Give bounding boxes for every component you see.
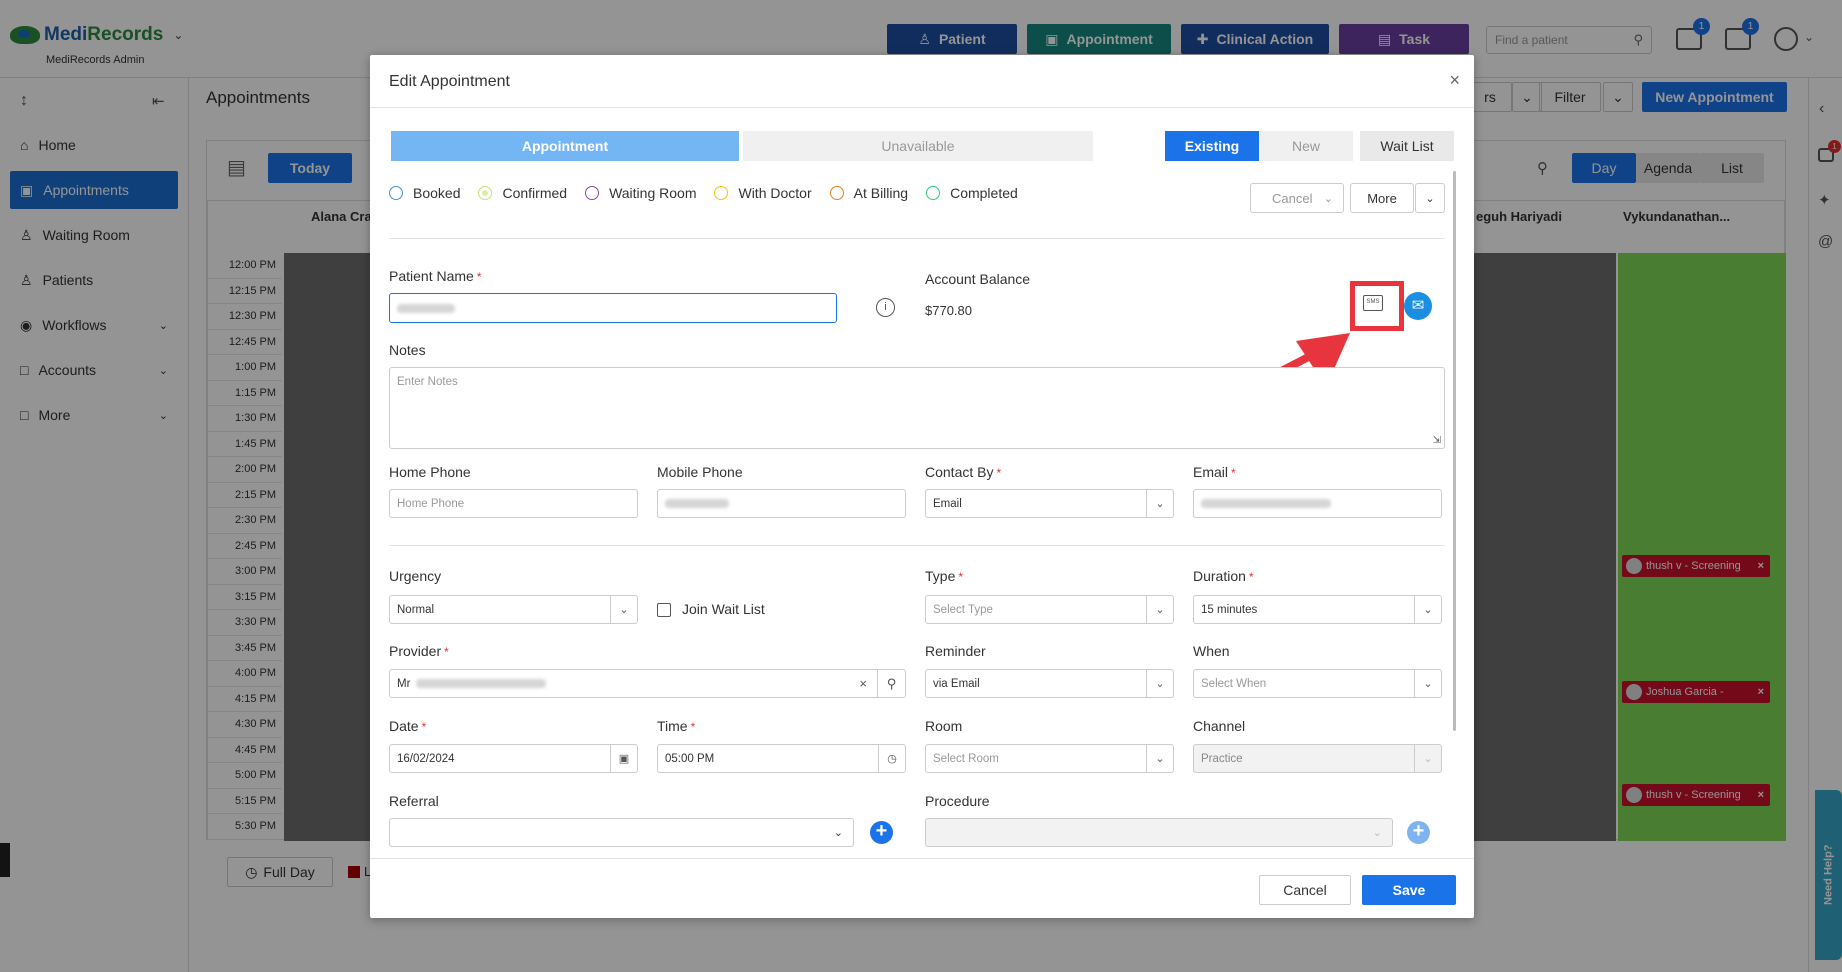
provider-input[interactable]: Mr × ⚲	[389, 669, 906, 698]
chevron-down-icon: ⌄	[833, 827, 843, 839]
email-input[interactable]	[1193, 489, 1442, 518]
radio-icon	[585, 186, 600, 200]
date-label: Date *	[389, 718, 427, 734]
scrollbar[interactable]	[1453, 171, 1456, 731]
add-referral-icon[interactable]: +	[870, 821, 893, 844]
calendar-icon[interactable]: ▣	[610, 745, 637, 772]
account-balance-label: Account Balance	[925, 271, 1031, 287]
status-waiting-room[interactable]: Waiting Room	[585, 185, 696, 201]
contact-by-label: Contact By *	[925, 464, 1002, 480]
chevron-down-icon: ⌄	[1146, 745, 1173, 772]
tab-appointment[interactable]: Appointment	[391, 131, 739, 161]
procedure-label: Procedure	[925, 793, 990, 809]
redacted-text	[397, 303, 455, 313]
time-label: Time *	[657, 718, 696, 734]
redacted-text	[665, 499, 729, 508]
resize-handle-icon[interactable]: ⇲	[1433, 435, 1441, 446]
join-wait-list-checkbox[interactable]	[657, 603, 671, 617]
cancel-button[interactable]: Cancel	[1259, 875, 1351, 905]
when-label: When	[1193, 643, 1230, 659]
status-completed[interactable]: Completed	[926, 185, 1018, 201]
room-select[interactable]: Select Room ⌄	[925, 744, 1174, 773]
cancel-menu[interactable]: Cancel ⌄	[1250, 183, 1344, 213]
chevron-down-icon: ⌄	[610, 596, 637, 623]
referral-label: Referral	[389, 793, 439, 809]
reminder-label: Reminder	[925, 643, 986, 659]
chevron-down-icon: ⌄	[1146, 490, 1173, 517]
status-row: Booked Confirmed Waiting Room With Docto…	[389, 185, 1036, 201]
save-button[interactable]: Save	[1362, 875, 1456, 905]
close-icon[interactable]: ×	[1449, 70, 1460, 91]
divider	[370, 107, 1474, 108]
modal-title: Edit Appointment	[389, 73, 510, 90]
urgency-select[interactable]: Normal ⌄	[389, 595, 638, 624]
divider	[370, 858, 1474, 859]
status-booked[interactable]: Booked	[389, 185, 460, 201]
when-select[interactable]: Select When ⌄	[1193, 669, 1442, 698]
search-icon[interactable]: ⚲	[877, 670, 905, 697]
chevron-down-icon: ⌄	[1323, 192, 1333, 205]
channel-select: Practice ⌄	[1193, 744, 1442, 773]
mode-wait-list[interactable]: Wait List	[1360, 131, 1454, 161]
mode-existing[interactable]: Existing	[1165, 131, 1259, 161]
email-label: Email *	[1193, 464, 1236, 480]
room-label: Room	[925, 718, 963, 734]
clear-icon[interactable]: ×	[859, 676, 867, 691]
status-confirmed[interactable]: Confirmed	[478, 185, 567, 201]
status-at-billing[interactable]: At Billing	[829, 185, 908, 201]
info-icon[interactable]: i	[876, 298, 895, 317]
mobile-phone-input[interactable]	[657, 489, 906, 518]
type-select[interactable]: Select Type ⌄	[925, 595, 1174, 624]
redacted-text	[1201, 499, 1331, 508]
duration-select[interactable]: 15 minutes ⌄	[1193, 595, 1442, 624]
chevron-down-icon: ⌄	[1146, 596, 1173, 623]
patient-name-label: Patient Name *	[389, 268, 482, 284]
join-wait-list-label: Join Wait List	[682, 601, 765, 617]
home-phone-label: Home Phone	[389, 464, 471, 480]
edit-appointment-modal: Edit Appointment × Appointment Unavailab…	[370, 55, 1474, 918]
chevron-down-icon: ⌄	[1414, 596, 1441, 623]
mobile-phone-label: Mobile Phone	[657, 464, 743, 480]
procedure-select: ⌄	[925, 818, 1393, 847]
time-input[interactable]: 05:00 PM ◷	[657, 744, 906, 773]
reminder-select[interactable]: via Email ⌄	[925, 669, 1174, 698]
home-phone-input[interactable]: Home Phone	[389, 489, 638, 518]
mode-new[interactable]: New	[1259, 131, 1353, 161]
add-procedure-icon[interactable]: +	[1407, 821, 1430, 844]
radio-selected-icon	[478, 186, 493, 200]
redacted-text	[416, 679, 547, 688]
provider-label: Provider *	[389, 643, 449, 659]
channel-label: Channel	[1193, 718, 1246, 734]
type-label: Type *	[925, 568, 964, 584]
notes-textarea[interactable]: Enter Notes ⇲	[389, 367, 1445, 449]
patient-name-input[interactable]	[389, 293, 837, 323]
radio-icon	[926, 186, 941, 200]
email-icon[interactable]: ✉	[1404, 292, 1432, 320]
date-input[interactable]: 16/02/2024 ▣	[389, 744, 638, 773]
radio-icon	[829, 186, 844, 200]
duration-label: Duration *	[1193, 568, 1254, 584]
notes-label: Notes	[389, 342, 426, 358]
divider	[389, 238, 1445, 239]
chevron-down-icon: ⌄	[1414, 745, 1441, 772]
chevron-down-icon[interactable]: ⌄	[1415, 183, 1445, 213]
clock-icon[interactable]: ◷	[878, 745, 905, 772]
account-balance-value: $770.80	[925, 303, 972, 318]
referral-select[interactable]: ⌄	[389, 818, 854, 847]
more-menu[interactable]: More	[1350, 183, 1414, 213]
divider	[389, 545, 1445, 546]
sms-icon[interactable]: SMS	[1363, 295, 1383, 311]
chevron-down-icon: ⌄	[1372, 827, 1382, 839]
contact-by-select[interactable]: Email ⌄	[925, 489, 1174, 518]
status-with-doctor[interactable]: With Doctor	[714, 185, 812, 201]
chevron-down-icon: ⌄	[1414, 670, 1441, 697]
radio-icon	[714, 186, 729, 200]
radio-icon	[389, 186, 403, 200]
urgency-label: Urgency	[389, 568, 442, 584]
tab-unavailable[interactable]: Unavailable	[743, 131, 1093, 161]
chevron-down-icon: ⌄	[1146, 670, 1173, 697]
